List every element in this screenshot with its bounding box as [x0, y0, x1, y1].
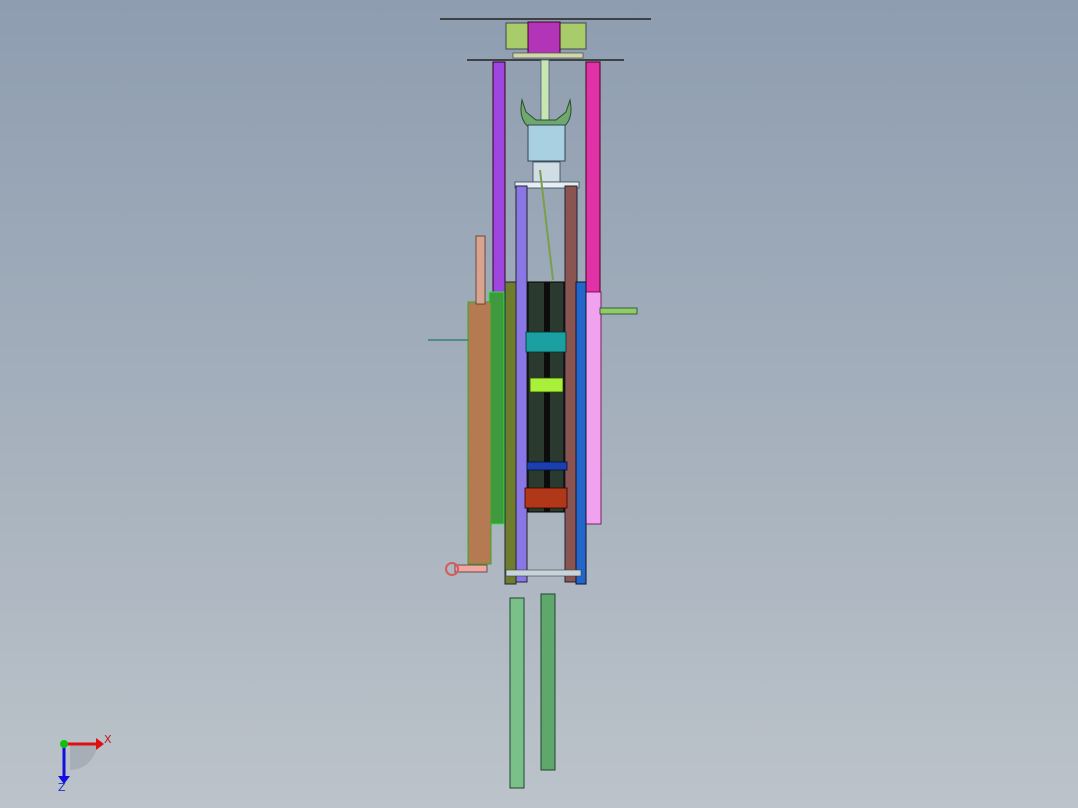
y-axis-dot — [60, 740, 68, 748]
coordinate-triad: X Z — [58, 733, 112, 794]
z-axis-label: Z — [58, 781, 66, 794]
x-axis-label: X — [104, 733, 112, 746]
triad-plane-shade — [70, 743, 97, 770]
cad-3d-viewport[interactable]: X Z — [0, 0, 1078, 808]
x-axis-arrowhead — [96, 738, 104, 750]
